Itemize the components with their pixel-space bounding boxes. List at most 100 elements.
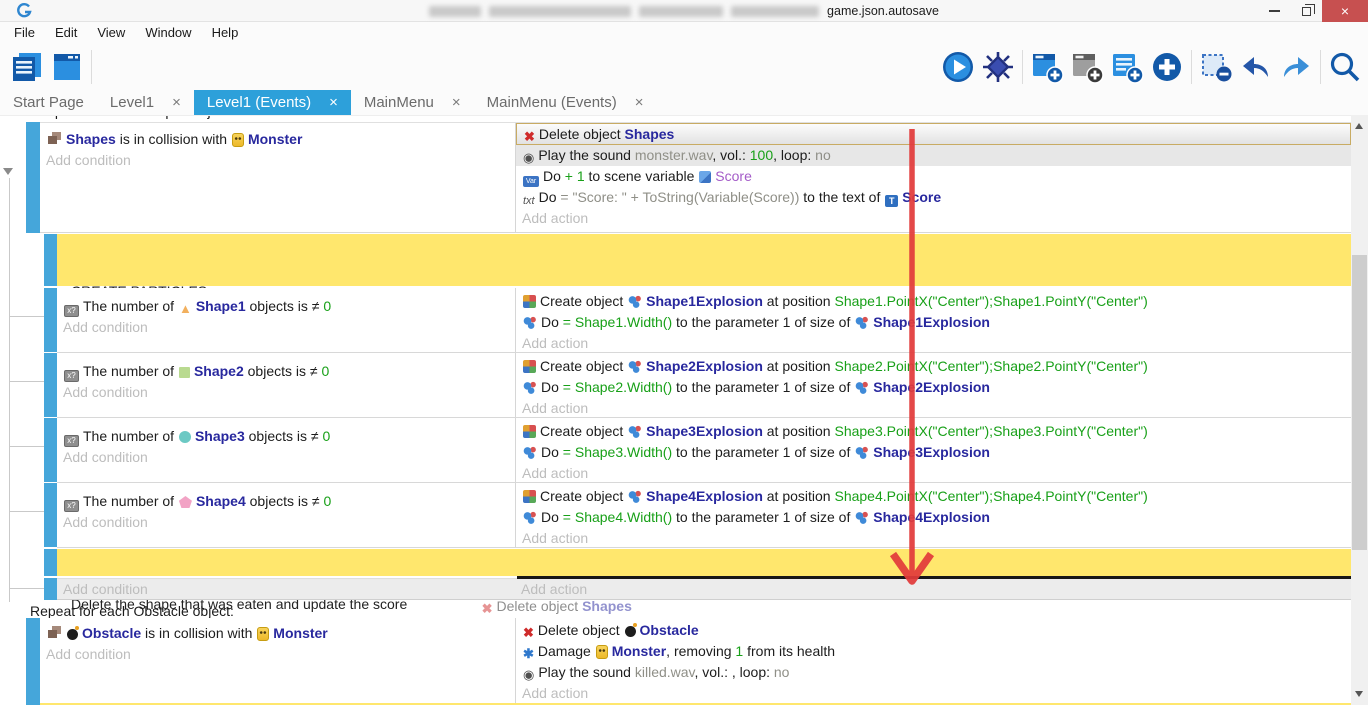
tab-close-icon[interactable]: × xyxy=(635,94,644,111)
vertical-scrollbar[interactable] xyxy=(1351,115,1368,705)
condition-row[interactable]: The number of Shape4 objects is ≠ 0 xyxy=(57,491,515,512)
tab-label: Level1 (Events) xyxy=(207,94,311,111)
text-segment: Shape2Explosion xyxy=(873,379,990,395)
condition-row[interactable]: Shapes is in collision with Monster xyxy=(40,129,515,150)
text-segment: Shapes xyxy=(582,598,632,614)
tab-start-page[interactable]: Start Page xyxy=(0,90,97,115)
scroll-up-icon[interactable] xyxy=(1355,123,1363,129)
scroll-down-icon[interactable] xyxy=(1355,691,1363,697)
menu-help[interactable]: Help xyxy=(202,22,249,44)
text-segment: , removing xyxy=(666,643,735,659)
minimize-button[interactable] xyxy=(1258,0,1290,22)
tab-close-icon[interactable]: × xyxy=(452,94,461,111)
toolbar-separator xyxy=(1320,50,1321,84)
action-row-selected[interactable]: Delete object Shapes xyxy=(516,123,1351,145)
condition-row[interactable]: The number of Shape2 objects is ≠ 0 xyxy=(57,361,515,382)
debug-button[interactable] xyxy=(979,49,1017,85)
scrollbar-thumb[interactable] xyxy=(1352,255,1367,550)
add-action-link[interactable]: Add action xyxy=(516,463,1351,484)
monster-icon xyxy=(596,645,608,659)
add-action-link[interactable]: Add action xyxy=(516,333,1351,354)
open-events-editor-button[interactable] xyxy=(48,49,86,85)
particles-icon xyxy=(628,490,642,503)
event-group-header[interactable]: Repeat for each Obstacle object: xyxy=(30,603,234,619)
condition-row[interactable]: The number of Shape3 objects is ≠ 0 xyxy=(57,426,515,447)
tab-mainmenu-events[interactable]: MainMenu (Events) × xyxy=(474,90,657,115)
particles-icon xyxy=(523,446,537,459)
menu-edit[interactable]: Edit xyxy=(45,22,87,44)
menu-view[interactable]: View xyxy=(87,22,135,44)
action-row[interactable]: Do = Shape4.Width() to the parameter 1 o… xyxy=(516,507,1351,528)
condition-row[interactable]: Obstacle is in collision with Monster xyxy=(40,623,515,644)
text-segment: The number of xyxy=(83,428,178,444)
condition-row[interactable]: The number of Shape1 objects is ≠ 0 xyxy=(57,296,515,317)
action-row[interactable]: Do = "Score: " + ToString(Variable(Score… xyxy=(516,187,1351,208)
tree-line xyxy=(9,178,10,602)
search-icon xyxy=(1328,50,1362,84)
shape-circle-icon xyxy=(179,431,191,443)
add-condition-link[interactable]: Add condition xyxy=(57,512,515,533)
action-row[interactable]: Do = Shape3.Width() to the parameter 1 o… xyxy=(516,442,1351,463)
action-row[interactable]: Create object Shape2Explosion at positio… xyxy=(516,356,1351,377)
text-segment: 100 xyxy=(750,147,773,163)
add-event-button[interactable] xyxy=(1028,49,1066,85)
menu-window[interactable]: Window xyxy=(135,22,201,44)
menu-file[interactable]: File xyxy=(4,22,45,44)
monster-icon xyxy=(257,627,269,641)
add-condition-link[interactable]: Add condition xyxy=(40,150,515,171)
open-scene-editor-button[interactable] xyxy=(8,49,46,85)
add-condition-link[interactable]: Add condition xyxy=(40,644,515,665)
event-drop-target[interactable]: Add condition Add action xyxy=(57,578,1351,600)
action-row[interactable]: Play the sound killed.wav, vol.: , loop:… xyxy=(516,662,1351,683)
add-condition-link[interactable]: Add condition xyxy=(57,382,515,403)
tab-level1[interactable]: Level1 × xyxy=(97,90,194,115)
tab-mainmenu[interactable]: MainMenu × xyxy=(351,90,474,115)
tree-line xyxy=(10,446,44,447)
add-comment-button[interactable] xyxy=(1108,49,1146,85)
redo-button[interactable] xyxy=(1277,49,1315,85)
text-segment: Obstacle xyxy=(82,625,141,641)
action-row[interactable]: Damage Monster, removing 1 from its heal… xyxy=(516,641,1351,662)
redo-icon xyxy=(1279,50,1313,84)
add-condition-link[interactable]: Add condition xyxy=(57,579,148,600)
close-button[interactable]: × xyxy=(1322,0,1368,22)
comment-create-particles[interactable]: CREATE PARTICLES Create the proper one a… xyxy=(57,234,1351,286)
action-row[interactable]: Do + 1 to scene variable Score xyxy=(516,166,1351,187)
tab-close-icon[interactable]: × xyxy=(172,94,181,111)
event-highlight-bar xyxy=(44,288,57,352)
action-row[interactable]: Do = Shape2.Width() to the parameter 1 o… xyxy=(516,377,1351,398)
action-row[interactable]: Create object Shape3Explosion at positio… xyxy=(516,421,1351,442)
tab-close-icon[interactable]: × xyxy=(329,94,338,111)
add-condition-link[interactable]: Add condition xyxy=(57,317,515,338)
redacted-title-part xyxy=(731,6,819,17)
tabbar: Start Page Level1 × Level1 (Events) × Ma… xyxy=(0,90,1368,115)
add-event-dialog-button[interactable] xyxy=(1148,49,1186,85)
text-segment: objects is ≠ xyxy=(245,428,323,444)
tab-level1-events[interactable]: Level1 (Events) × xyxy=(194,90,351,115)
action-row[interactable]: Do = Shape1.Width() to the parameter 1 o… xyxy=(516,312,1351,333)
add-action-link[interactable]: Add action xyxy=(516,528,1351,549)
action-row[interactable]: Play the sound monster.wav, vol.: 100, l… xyxy=(516,145,1351,166)
restore-button[interactable] xyxy=(1290,0,1322,22)
action-row[interactable]: Delete object Obstacle xyxy=(516,620,1351,641)
text-segment: no xyxy=(774,664,790,680)
titlebar: game.json.autosave × xyxy=(0,0,1368,22)
text-segment: objects is ≠ xyxy=(246,493,324,509)
tree-expander-icon[interactable] xyxy=(3,168,13,175)
comment-delete-shape[interactable]: Delete the shape that was eaten and upda… xyxy=(57,549,1351,576)
text-segment: is in collision with xyxy=(141,625,256,641)
action-row[interactable]: Create object Shape1Explosion at positio… xyxy=(516,291,1351,312)
txt-icon xyxy=(523,191,535,208)
add-action-link[interactable]: Add action xyxy=(516,398,1351,419)
action-row[interactable]: Create object Shape4Explosion at positio… xyxy=(516,486,1351,507)
remove-event-button[interactable] xyxy=(1197,49,1235,85)
search-button[interactable] xyxy=(1326,49,1364,85)
add-subevent-button[interactable] xyxy=(1068,49,1106,85)
add-condition-link[interactable]: Add condition xyxy=(57,447,515,468)
add-action-link[interactable]: Add action xyxy=(516,208,1351,229)
undo-button[interactable] xyxy=(1237,49,1275,85)
play-button[interactable] xyxy=(939,49,977,85)
text-segment: Shape3 xyxy=(195,428,245,444)
add-action-link[interactable]: Add action xyxy=(516,683,1351,704)
redacted-title-part xyxy=(429,6,481,17)
